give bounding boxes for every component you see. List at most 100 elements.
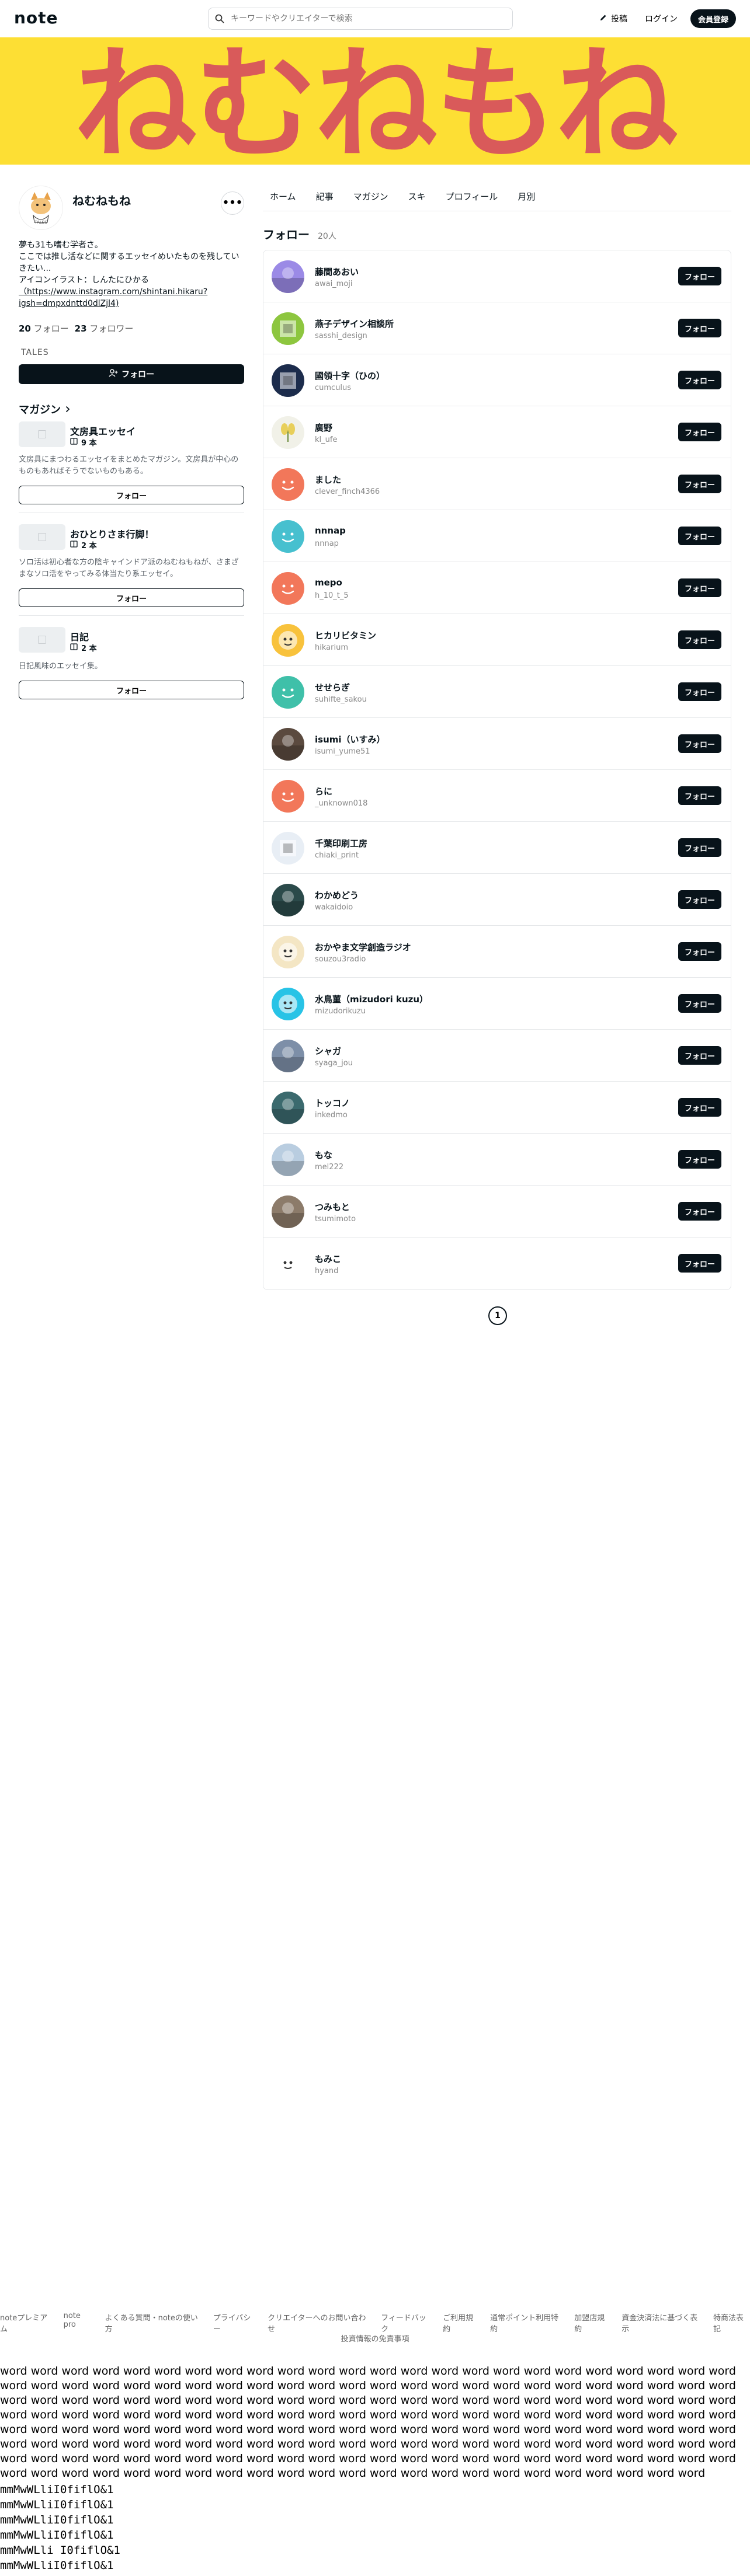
user-name[interactable]: ヒカリビタミン [315, 629, 376, 642]
user-name[interactable]: mepo [315, 577, 342, 588]
follow-user-button[interactable]: フォロー [678, 527, 721, 545]
follow-row[interactable]: もみこ hyand フォロー [263, 1238, 731, 1289]
login-button[interactable]: ログイン [645, 11, 678, 27]
follow-user-button[interactable]: フォロー [678, 1150, 721, 1169]
tab-notes[interactable]: 記事 [309, 184, 341, 211]
user-name[interactable]: もな [315, 1149, 332, 1161]
user-avatar[interactable] [272, 780, 304, 813]
user-avatar[interactable] [272, 624, 304, 657]
footer-link[interactable]: クリエイターへのお問い合わせ [268, 2312, 370, 2334]
follow-row[interactable]: おかやま文学創造ラジオ souzou3radio フォロー [263, 926, 731, 978]
user-avatar[interactable] [272, 728, 304, 761]
follow-row[interactable]: らに _unknown018 フォロー [263, 770, 731, 822]
user-avatar[interactable] [272, 936, 304, 968]
creator-name[interactable]: ねむねもね [72, 191, 131, 208]
footer-link[interactable]: ご利用規約 [443, 2312, 480, 2334]
follow-row[interactable]: わかめどう wakaidoio フォロー [263, 874, 731, 926]
follow-row[interactable]: つみもと tsumimoto フォロー [263, 1186, 731, 1238]
user-avatar[interactable] [272, 364, 304, 397]
followers-link[interactable]: 23 フォロワー [75, 322, 134, 334]
tab-monthly[interactable]: 月別 [511, 184, 542, 211]
follow-user-button[interactable]: フォロー [678, 1254, 721, 1273]
creator-tag[interactable]: TALES [21, 348, 49, 357]
user-avatar[interactable] [272, 1040, 304, 1072]
following-link[interactable]: 20 フォロー [19, 322, 69, 334]
user-avatar[interactable] [272, 416, 304, 449]
follow-row[interactable]: シャガ syaga_jou フォロー [263, 1030, 731, 1082]
tab-home[interactable]: ホーム [263, 184, 303, 211]
follow-row[interactable]: 廣野 kl_ufe フォロー [263, 406, 731, 458]
user-name[interactable]: わかめどう [315, 889, 359, 901]
user-name[interactable]: せせらぎ [315, 681, 350, 693]
user-name[interactable]: 水鳥菫（mizudori kuzu） [315, 993, 428, 1005]
user-name[interactable]: isumi（いすみ） [315, 733, 386, 745]
magazine-follow-button[interactable]: フォロー [19, 588, 244, 607]
tab-magazines[interactable]: マガジン [346, 184, 395, 211]
page-1-button[interactable]: 1 [488, 1306, 507, 1325]
follow-user-button[interactable]: フォロー [678, 890, 721, 909]
tab-profile[interactable]: プロフィール [439, 184, 505, 211]
user-name[interactable]: つみもと [315, 1201, 350, 1213]
follow-row[interactable]: 水鳥菫（mizudori kuzu） mizudorikuzu フォロー [263, 978, 731, 1030]
user-avatar[interactable] [272, 1092, 304, 1124]
footer-link[interactable]: プライバシー [213, 2312, 257, 2334]
follow-user-button[interactable]: フォロー [678, 994, 721, 1013]
follow-user-button[interactable]: フォロー [678, 319, 721, 337]
user-name[interactable]: 國領十字（ひの） [315, 370, 385, 382]
follow-user-button[interactable]: フォロー [678, 734, 721, 753]
user-name[interactable]: ました [315, 473, 341, 486]
user-avatar[interactable] [272, 1247, 304, 1280]
user-avatar[interactable] [272, 312, 304, 345]
user-avatar[interactable] [272, 1195, 304, 1228]
user-avatar[interactable] [272, 676, 304, 709]
user-avatar[interactable] [272, 572, 304, 605]
footer-disclaimer-link[interactable]: 投資情報の免責事項 [0, 2333, 750, 2344]
follow-user-button[interactable]: フォロー [678, 578, 721, 597]
signup-button[interactable]: 会員登録 [690, 9, 736, 28]
user-avatar[interactable] [272, 520, 304, 553]
post-button[interactable]: 投稿 [599, 11, 627, 27]
more-options-button[interactable]: ••• [221, 191, 244, 215]
follow-row[interactable]: nnnap nnnap フォロー [263, 510, 731, 562]
user-name[interactable]: もみこ [315, 1253, 341, 1265]
follow-user-button[interactable]: フォロー [678, 267, 721, 285]
follow-user-button[interactable]: フォロー [678, 371, 721, 389]
user-avatar[interactable] [272, 468, 304, 501]
tab-likes[interactable]: スキ [401, 184, 433, 211]
follow-row[interactable]: トッコノ inkedmo フォロー [263, 1082, 731, 1134]
footer-link[interactable]: フィードバック [381, 2312, 432, 2334]
magazine-title[interactable]: 文房具エッセイ [70, 424, 136, 438]
user-name[interactable]: 燕子デザイン相談所 [315, 318, 394, 330]
note-logo[interactable]: note [14, 8, 58, 27]
follow-user-button[interactable]: フォロー [678, 838, 721, 857]
user-name[interactable]: シャガ [315, 1045, 341, 1057]
footer-link[interactable]: note pro [64, 2312, 95, 2334]
follow-user-button[interactable]: フォロー [678, 786, 721, 805]
follow-user-button[interactable]: フォロー [678, 1046, 721, 1065]
follow-user-button[interactable]: フォロー [678, 630, 721, 649]
follow-creator-button[interactable]: フォロー [19, 364, 244, 384]
user-name[interactable]: 千葉印刷工房 [315, 837, 367, 849]
footer-link[interactable]: noteプレミアム [0, 2312, 53, 2334]
follow-user-button[interactable]: フォロー [678, 942, 721, 961]
creator-avatar[interactable]: TALES [19, 186, 63, 230]
magazine-title[interactable]: 日記 [70, 629, 89, 643]
user-avatar[interactable] [272, 260, 304, 293]
user-avatar[interactable] [272, 832, 304, 865]
user-name[interactable]: nnnap [315, 525, 346, 536]
follow-row[interactable]: 藤間あおい awai_moji フォロー [263, 250, 731, 302]
search-bar[interactable] [208, 8, 513, 30]
follow-row[interactable]: せせらぎ suhifte_sakou フォロー [263, 666, 731, 718]
follow-row[interactable]: ました clever_finch4366 フォロー [263, 458, 731, 510]
follow-user-button[interactable]: フォロー [678, 1202, 721, 1221]
footer-link[interactable]: よくある質問・noteの使い方 [105, 2312, 203, 2334]
follow-user-button[interactable]: フォロー [678, 682, 721, 701]
footer-link[interactable]: 資金決済法に基づく表示 [621, 2312, 703, 2334]
follow-row[interactable]: 國領十字（ひの） cumculus フォロー [263, 354, 731, 406]
footer-link[interactable]: 通常ポイント利用特約 [490, 2312, 564, 2334]
user-avatar[interactable] [272, 1144, 304, 1176]
user-name[interactable]: らに [315, 785, 332, 797]
magazine-follow-button[interactable]: フォロー [19, 486, 244, 504]
bio-instagram-link[interactable]: （https://www.instagram.com/shintani.hika… [19, 286, 246, 309]
follow-row[interactable]: ヒカリビタミン hikarium フォロー [263, 614, 731, 666]
